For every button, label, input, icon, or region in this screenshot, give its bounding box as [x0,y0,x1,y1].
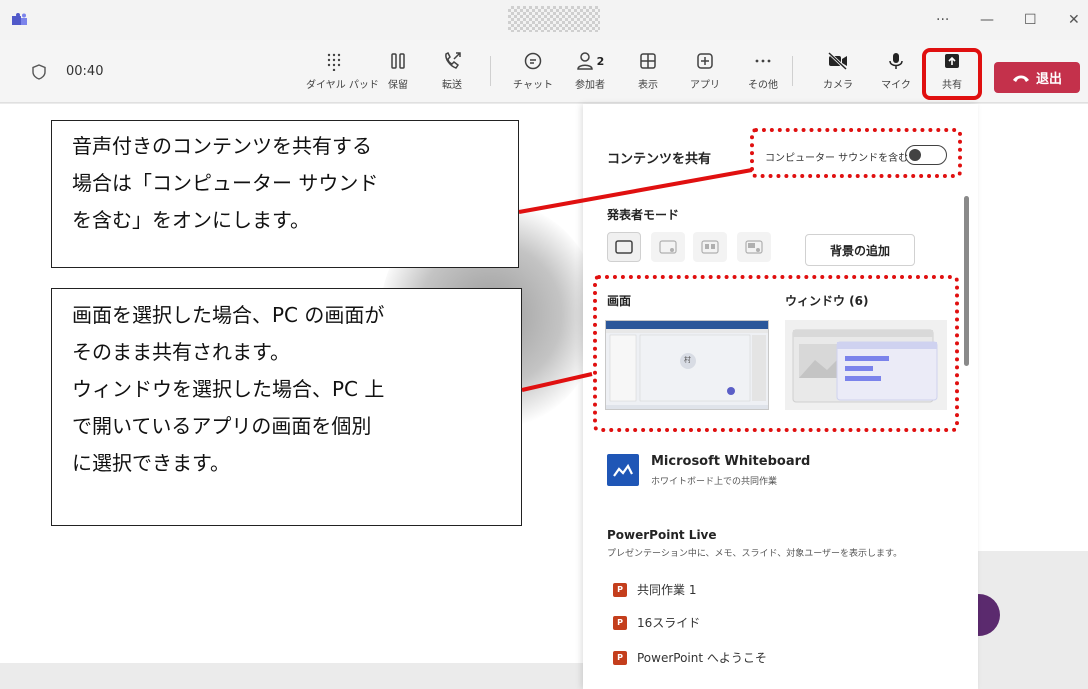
callout-line: を含む」をオンにします。 [72,208,310,232]
dialpad-button[interactable]: ダイヤル パッド [306,46,379,98]
stage-right-area [978,104,1088,551]
hold-label: 保留 [388,80,408,91]
apps-button[interactable]: アプリ [677,46,733,98]
side-by-side-icon [701,240,719,254]
minimize-button[interactable]: — [980,12,994,28]
apps-label: アプリ [690,80,720,91]
participants-label: 参加者 [575,80,605,91]
share-button-highlight [922,48,982,100]
window-more-button[interactable]: ··· [936,12,949,28]
hold-button[interactable]: 保留 [370,46,426,98]
presenter-mode-standout[interactable] [651,232,685,262]
presenter-mode-title: 発表者モード [607,208,680,222]
sound-callout: 音声付きのコンテンツを共有する 場合は「コンピューター サウンド を含む」をオン… [51,120,519,268]
participants-count: 2 [596,54,605,68]
title-bar: ··· — ☐ ✕ [0,0,1088,40]
close-window-button[interactable]: ✕ [1068,12,1080,28]
mic-label: マイク [881,80,911,91]
mic-button[interactable]: マイク [868,46,924,98]
ppt-file-item[interactable]: P 16スライド [613,614,700,631]
grid-view-icon [640,53,656,69]
pause-icon [391,53,405,69]
camera-button[interactable]: カメラ [810,46,866,98]
meeting-timer: 00:40 [66,64,104,79]
ppt-file-item[interactable]: P PowerPoint へようこそ [613,649,767,666]
add-background-button[interactable]: 背景の追加 [805,234,915,266]
powerpoint-file-icon: P [613,650,627,665]
dialpad-icon [327,53,341,71]
people-icon [576,52,593,70]
presenter-mode-reporter[interactable] [737,232,771,262]
ppt-file-item[interactable]: P 共同作業 1 [613,581,696,598]
leave-label: 退出 [1035,72,1062,87]
whiteboard-icon [613,463,633,477]
camera-off-icon [827,51,848,71]
maximize-button[interactable]: ☐ [1024,12,1037,28]
standout-icon [659,240,677,254]
whiteboard-subtitle: ホワイトボード上での共同作業 [651,477,778,487]
whiteboard-app-icon[interactable] [607,454,639,486]
callout-line: 画面を選択した場合、PC の画面が [72,303,385,327]
dialpad-label: ダイヤル パッド [306,80,379,91]
toolbar-divider [792,56,793,86]
teams-logo-icon [12,13,27,25]
camera-label: カメラ [823,80,853,91]
more-label: その他 [748,80,778,91]
transfer-label: 転送 [442,80,462,91]
leave-button[interactable]: 退出 [994,62,1080,93]
powerpoint-live-title: PowerPoint Live [607,528,717,542]
view-label: 表示 [638,80,658,91]
chat-label: チャット [513,80,553,91]
participants-button[interactable]: 2 参加者 [562,46,618,98]
whiteboard-title[interactable]: Microsoft Whiteboard [651,454,810,469]
presenter-mode-side-by-side[interactable] [693,232,727,262]
reporter-icon [745,240,763,254]
callout-line: 音声付きのコンテンツを共有する [72,134,372,158]
chat-button[interactable]: チャット [505,46,561,98]
shield-icon [32,64,46,80]
callout-line: そのまま共有されます。 [72,340,290,364]
transfer-button[interactable]: 転送 [424,46,480,98]
sound-toggle-highlight [750,128,962,178]
ppt-file-name: 16スライド [637,616,701,630]
chat-icon [524,52,542,70]
presenter-mode-content-only[interactable] [607,232,641,262]
powerpoint-file-icon: P [613,582,627,597]
ppt-file-name: 共同作業 1 [637,583,697,597]
more-button[interactable]: その他 [735,46,791,98]
panel-scrollbar[interactable] [964,196,969,366]
more-icon [755,59,771,63]
callout-line: で開いているアプリの画面を個別 [72,414,372,438]
toolbar-divider [490,56,491,86]
screen-callout: 画面を選択した場合、PC の画面が そのまま共有されます。 ウィンドウを選択した… [51,288,522,526]
screen-window-highlight [593,275,959,432]
transfer-call-icon [445,51,461,69]
title-pattern [508,6,600,32]
add-app-icon [697,53,713,69]
ppt-file-name: PowerPoint へようこそ [637,651,767,665]
callout-line: 場合は「コンピューター サウンド [72,171,379,195]
share-content-title: コンテンツを共有 [607,152,712,167]
content-only-icon [615,240,633,254]
share-content-panel: コンテンツを共有 コンピューター サウンドを含む 発表者モード 背景の追加 画面… [583,104,978,689]
callout-line: ウィンドウを選択した場合、PC 上 [72,377,385,401]
powerpoint-file-icon: P [613,615,627,630]
view-button[interactable]: 表示 [620,46,676,98]
hang-up-icon [1012,75,1029,82]
microphone-icon [889,53,903,69]
callout-line: に選択できます。 [72,451,230,475]
powerpoint-live-subtitle: プレゼンテーション中に、メモ、スライド、対象ユーザーを表示します。 [607,549,903,559]
stage-bottom-strip [0,663,585,689]
